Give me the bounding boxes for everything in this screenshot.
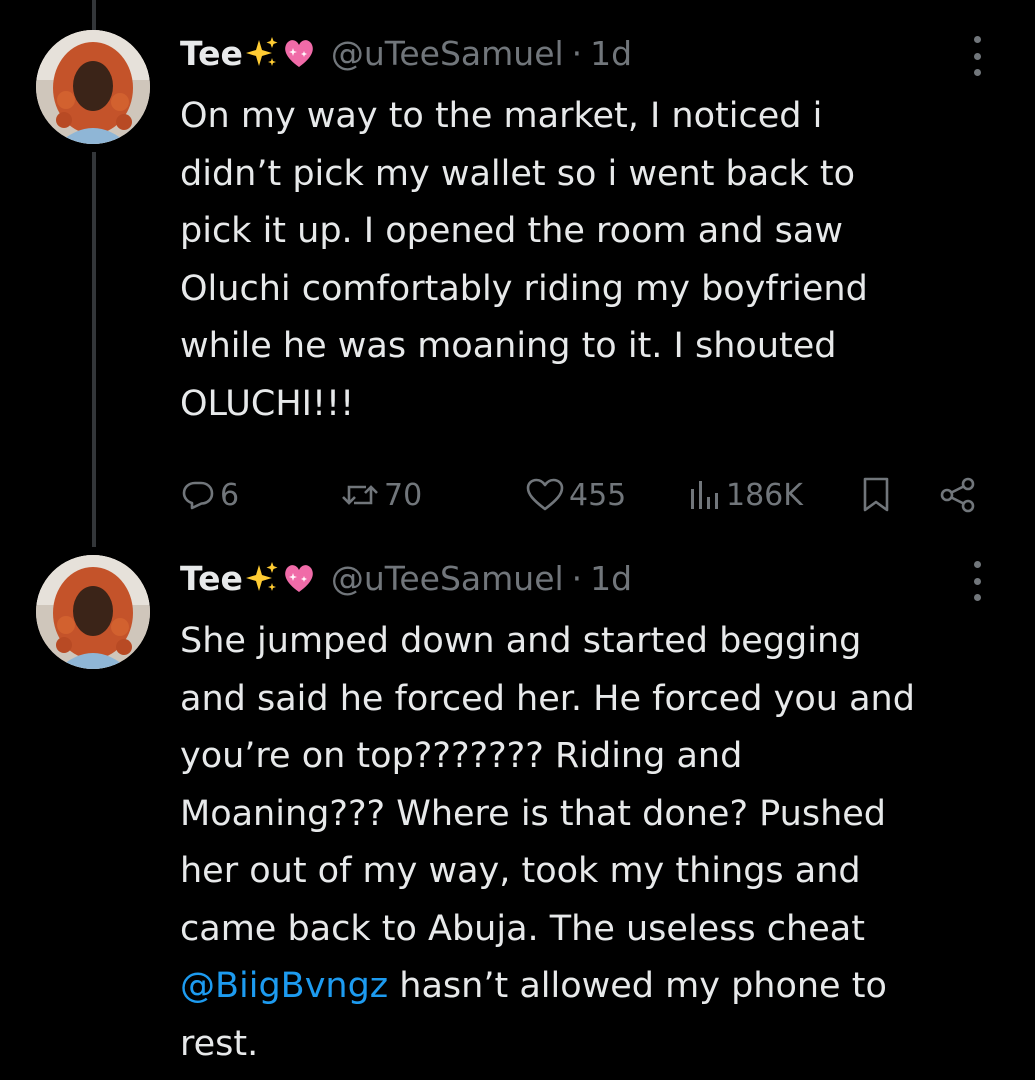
share-icon	[940, 477, 975, 513]
retweet-count: 70	[384, 477, 423, 513]
reply-count: 6	[220, 477, 240, 513]
separator-dot: ·	[571, 33, 583, 73]
user-handle[interactable]: @uTeeSamuel	[331, 34, 564, 73]
like-button[interactable]: 455	[525, 470, 626, 520]
sparkles-emoji-icon	[245, 561, 279, 595]
display-name[interactable]: Tee	[180, 559, 243, 598]
more-options-icon[interactable]	[962, 36, 992, 76]
tweet-actions: 6 70 455 186K	[0, 470, 1035, 520]
bookmark-button[interactable]	[860, 470, 892, 520]
user-handle[interactable]: @uTeeSamuel	[331, 559, 564, 598]
views-icon	[691, 481, 718, 509]
avatar-image	[36, 30, 150, 144]
separator-dot: ·	[571, 558, 583, 598]
tweet-text: On my way to the market, I noticed i did…	[180, 96, 868, 424]
retweet-icon	[342, 485, 378, 505]
tweet-header: Tee @uTeeSamuel · 1d	[180, 555, 632, 601]
timestamp[interactable]: 1d	[590, 34, 632, 73]
like-count: 455	[569, 477, 627, 513]
avatar[interactable]	[36, 30, 150, 144]
tweet-text-part: She jumped down and started begging and …	[180, 621, 915, 949]
bookmark-icon	[863, 477, 889, 512]
like-icon	[526, 478, 564, 511]
reply-icon	[182, 481, 214, 510]
mention-link[interactable]: @BiigBvngz	[180, 966, 388, 1006]
tweet-text: She jumped down and started begging and …	[180, 613, 1010, 1073]
avatar-image	[36, 555, 150, 669]
sparkles-emoji-icon	[245, 36, 279, 70]
retweet-button[interactable]: 70	[340, 470, 422, 520]
sparkling-heart-emoji-icon	[281, 561, 317, 595]
views-count: 186K	[726, 477, 803, 513]
reply-button[interactable]: 6	[180, 470, 239, 520]
display-name[interactable]: Tee	[180, 34, 243, 73]
avatar[interactable]	[36, 555, 150, 669]
more-options-icon[interactable]	[962, 561, 992, 601]
views-button[interactable]: 186K	[688, 470, 803, 520]
sparkling-heart-emoji-icon	[281, 36, 317, 70]
timestamp[interactable]: 1d	[590, 559, 632, 598]
thread-line-top	[92, 0, 96, 30]
tweet-header: Tee @uTeeSamuel · 1d	[180, 30, 632, 76]
share-button[interactable]	[938, 470, 978, 520]
tweet[interactable]: Tee @uTeeSamuel · 1d She jumped down and…	[0, 555, 1035, 1075]
tweet[interactable]: Tee @uTeeSamuel · 1d On my way to the ma…	[0, 30, 1035, 530]
